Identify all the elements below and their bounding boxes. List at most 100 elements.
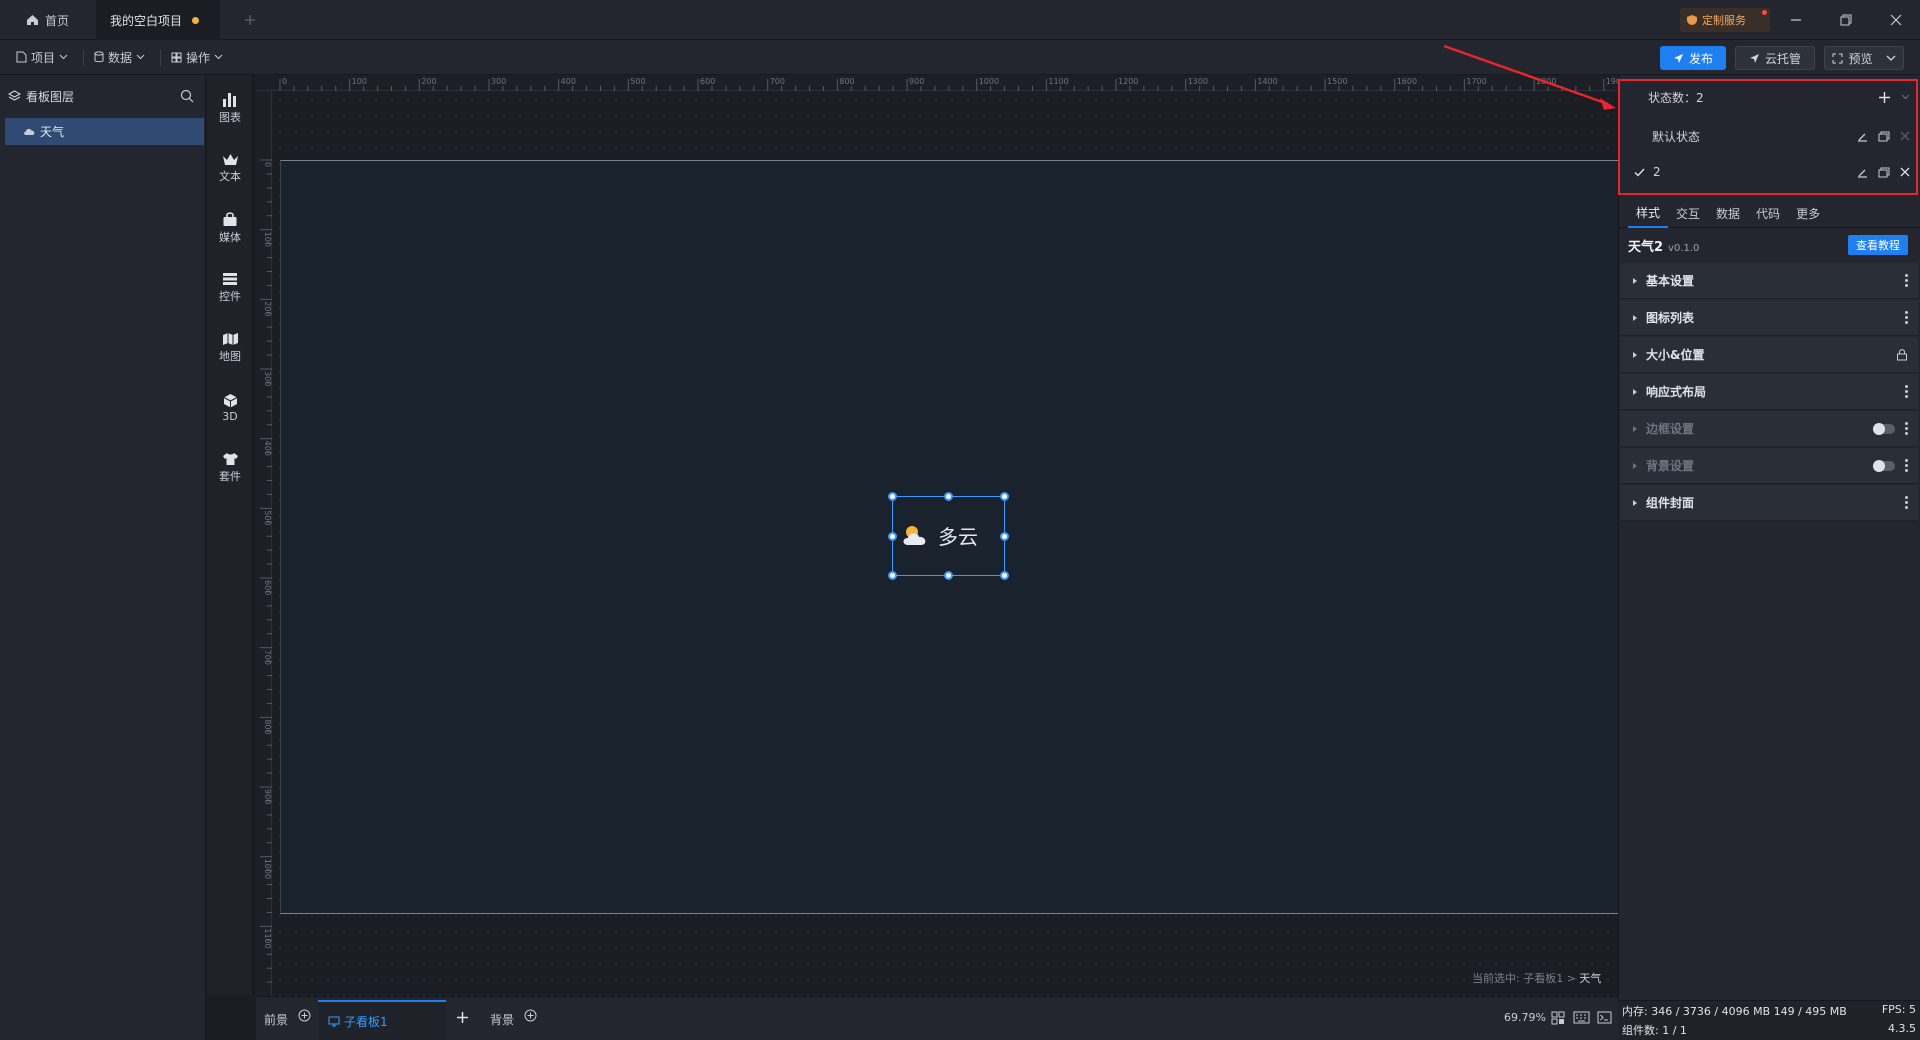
minimize-icon (1791, 19, 1801, 21)
component-map[interactable]: 地图 (207, 323, 253, 373)
tab-foreground[interactable]: 前景 (264, 1008, 311, 1030)
view-tutorial-button[interactable]: 查看教程 (1848, 235, 1908, 255)
component-text[interactable]: 文本 (207, 143, 253, 193)
tab-more[interactable]: 更多 (1788, 198, 1828, 228)
notification-dot-icon (1762, 10, 1767, 15)
section-controls (1905, 311, 1908, 324)
caret-right-icon (1633, 351, 1637, 358)
menu-bar: 项目 数据 操作 发布 云托管 预览 (0, 40, 1920, 75)
ruler-label: 1000 (979, 77, 999, 86)
tab-sub-board[interactable]: 子看板1 (318, 1000, 446, 1040)
component-control[interactable]: 控件 (207, 263, 253, 313)
ruler-label: 1600 (1397, 77, 1417, 86)
ruler-label: 600 (263, 580, 272, 595)
ruler-label: 700 (770, 77, 785, 86)
menu-divider (83, 50, 84, 66)
search-icon[interactable] (180, 89, 194, 103)
component-sidebar: 图表 文本 媒体 控件 地图 3D 套件 (207, 75, 253, 995)
resize-handle-sw[interactable] (888, 571, 897, 580)
menu-project[interactable]: 项目 (12, 46, 72, 68)
publish-button[interactable]: 发布 (1660, 46, 1726, 70)
section-row[interactable]: 大小&位置 (1620, 337, 1918, 373)
section-row[interactable]: 组件封面 (1620, 485, 1918, 521)
menu-operation-label: 操作 (186, 50, 211, 65)
selection-status-target: 天气 (1579, 972, 1602, 985)
section-row[interactable]: 边框设置 (1620, 411, 1918, 447)
tab-project[interactable]: 我的空白项目 (96, 0, 220, 40)
more-vertical-icon[interactable] (1905, 496, 1908, 509)
preview-button[interactable]: 预览 (1824, 46, 1904, 70)
console-button[interactable] (1597, 1011, 1612, 1024)
caret-right-icon (1633, 462, 1637, 469)
resize-handle-s[interactable] (944, 571, 953, 580)
caret-right-icon (1633, 314, 1637, 321)
resize-handle-w[interactable] (888, 532, 897, 541)
component-chart[interactable]: 图表 (207, 83, 253, 133)
resize-handle-ne[interactable] (1000, 492, 1009, 501)
ruler-label: 1200 (1118, 77, 1138, 86)
tab-interaction[interactable]: 交互 (1668, 198, 1708, 228)
menu-operation[interactable]: 操作 (167, 46, 227, 68)
zoom-level[interactable]: 69.79% (1504, 1011, 1546, 1024)
component-count-stat: 组件数: 1 / 1 (1622, 1024, 1687, 1037)
map-icon (222, 333, 238, 345)
cloud-host-button[interactable]: 云托管 (1735, 46, 1815, 70)
resize-handle-e[interactable] (1000, 532, 1009, 541)
component-suite[interactable]: 套件 (207, 443, 253, 493)
tab-background[interactable]: 背景 (490, 1008, 537, 1030)
more-vertical-icon[interactable] (1905, 385, 1908, 398)
lock-icon[interactable] (1896, 348, 1908, 361)
section-row[interactable]: 背景设置 (1620, 448, 1918, 484)
add-circle-icon[interactable] (298, 1009, 311, 1022)
terminal-icon (1597, 1011, 1612, 1024)
more-vertical-icon[interactable] (1905, 422, 1908, 435)
resize-handle-se[interactable] (1000, 571, 1009, 580)
cloud-host-label: 云托管 (1764, 51, 1801, 66)
tab-style[interactable]: 样式 (1628, 198, 1669, 228)
menu-project-label: 项目 (31, 50, 56, 65)
tab-code[interactable]: 代码 (1748, 198, 1788, 228)
more-vertical-icon[interactable] (1905, 311, 1908, 324)
component-3d[interactable]: 3D (207, 383, 253, 433)
component-media[interactable]: 媒体 (207, 203, 253, 253)
custom-service-button[interactable]: 定制服务 (1680, 8, 1770, 32)
close-window-button[interactable] (1876, 8, 1916, 32)
ruler-label: 100 (263, 232, 272, 247)
section-row[interactable]: 基本设置 (1620, 263, 1918, 299)
section-label: 边框设置 (1646, 422, 1695, 436)
weather-text: 多云 (938, 524, 978, 549)
add-board-button[interactable] (456, 1011, 469, 1024)
component-name: 天气2 (1628, 240, 1664, 255)
component-media-label: 媒体 (219, 230, 241, 244)
section-row[interactable]: 图标列表 (1620, 300, 1918, 336)
add-tab-button[interactable] (238, 8, 262, 32)
title-bar: 首页 我的空白项目 定制服务 (0, 0, 1920, 40)
ruler-label: 1000 (263, 859, 272, 879)
tab-data[interactable]: 数据 (1708, 198, 1748, 228)
add-circle-icon[interactable] (524, 1009, 537, 1022)
caret-right-icon (1633, 388, 1637, 395)
more-vertical-icon[interactable] (1905, 459, 1908, 472)
section-controls (1905, 385, 1908, 398)
ruler-label: 500 (263, 510, 272, 525)
menu-data-label: 数据 (108, 50, 133, 65)
section-toggle[interactable] (1873, 459, 1895, 472)
section-row[interactable]: 响应式布局 (1620, 374, 1918, 410)
section-controls (1905, 274, 1908, 287)
section-toggle[interactable] (1873, 422, 1895, 435)
fullscreen-icon (1832, 53, 1843, 63)
menu-data[interactable]: 数据 (90, 46, 149, 68)
caret-right-icon (1633, 425, 1637, 432)
restore-button[interactable] (1826, 8, 1866, 32)
resize-handle-n[interactable] (944, 492, 953, 501)
unsaved-dot-icon (192, 16, 200, 24)
fit-screen-button[interactable] (1551, 1011, 1565, 1025)
keyboard-button[interactable] (1573, 1011, 1590, 1024)
weather-widget[interactable]: 多云 (900, 520, 978, 550)
layers-panel: 看板图层 天气 (0, 75, 206, 1040)
more-vertical-icon[interactable] (1905, 274, 1908, 287)
resize-handle-nw[interactable] (888, 492, 897, 501)
minimize-button[interactable] (1776, 8, 1816, 32)
tab-home[interactable]: 首页 (12, 0, 94, 40)
layer-item-weather[interactable]: 天气 (5, 118, 204, 145)
